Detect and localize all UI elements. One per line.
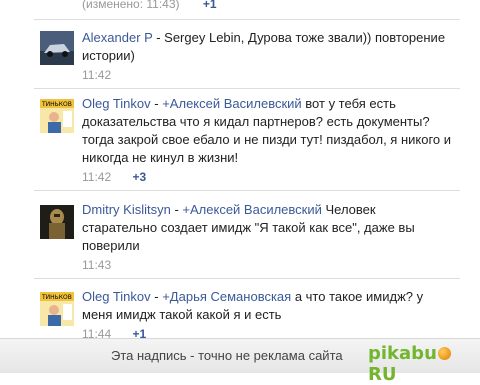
- comment-time: 11:42: [82, 170, 112, 184]
- reply-to-link[interactable]: +Алексей Василевский: [182, 202, 321, 217]
- author-link[interactable]: Dmitry Kislitsyn: [82, 202, 171, 217]
- reply-to-link[interactable]: +Алексей Василевский: [162, 96, 301, 111]
- comment-time: 11:43: [82, 258, 112, 272]
- author-link[interactable]: Alexander P: [82, 30, 153, 45]
- rating-plus[interactable]: +1: [203, 0, 217, 11]
- author-link[interactable]: Oleg Tinkov: [82, 96, 151, 111]
- divider: [34, 88, 460, 89]
- svg-text:ТИНЬКОВ: ТИНЬКОВ: [41, 101, 72, 108]
- avatar[interactable]: ТИНЬКОВ: [40, 99, 74, 133]
- comment-time: 11:42: [82, 68, 112, 82]
- svg-text:ТИНЬКОВ: ТИНЬКОВ: [41, 294, 72, 301]
- author-link[interactable]: Oleg Tinkov: [82, 289, 151, 304]
- comment-text: Dmitry Kislitsyn - +Алексей Василевский …: [82, 202, 415, 253]
- comment-text: Oleg Tinkov - +Дарья Семановская а что т…: [82, 289, 424, 322]
- divider: [34, 190, 460, 191]
- comment-text: Oleg Tinkov - +Алексей Василевский вот у…: [82, 96, 452, 165]
- divider: [34, 278, 460, 279]
- avatar[interactable]: [40, 205, 74, 239]
- avatar[interactable]: ТИНЬКОВ: [40, 292, 74, 326]
- comment-text: Alexander P - Sergey Lebin, Дурова тоже …: [82, 30, 446, 63]
- comment-time-row: 11:42 +3: [82, 168, 452, 186]
- knight-figure-icon: [40, 205, 74, 239]
- pikabu-logo[interactable]: pikabuRU: [368, 343, 480, 385]
- watermark-bar: Эта надпись - точно не реклама сайта pik…: [0, 338, 480, 385]
- car-photo-icon: [40, 31, 74, 65]
- book-cover-icon: ТИНЬКОВ: [40, 99, 74, 133]
- book-cover-icon: ТИНЬКОВ: [40, 292, 74, 326]
- rating-plus[interactable]: +3: [132, 170, 146, 184]
- divider: [34, 19, 460, 20]
- avatar[interactable]: [40, 31, 74, 65]
- edited-time: (изменено: 11:43): [82, 0, 180, 11]
- pikabu-dot-icon: [437, 347, 451, 360]
- reply-to-link[interactable]: +Дарья Семановская: [162, 289, 291, 304]
- watermark-text: Эта надпись - точно не реклама сайта: [111, 348, 343, 363]
- previous-comment-meta: (изменено: 11:43) +1: [82, 0, 217, 11]
